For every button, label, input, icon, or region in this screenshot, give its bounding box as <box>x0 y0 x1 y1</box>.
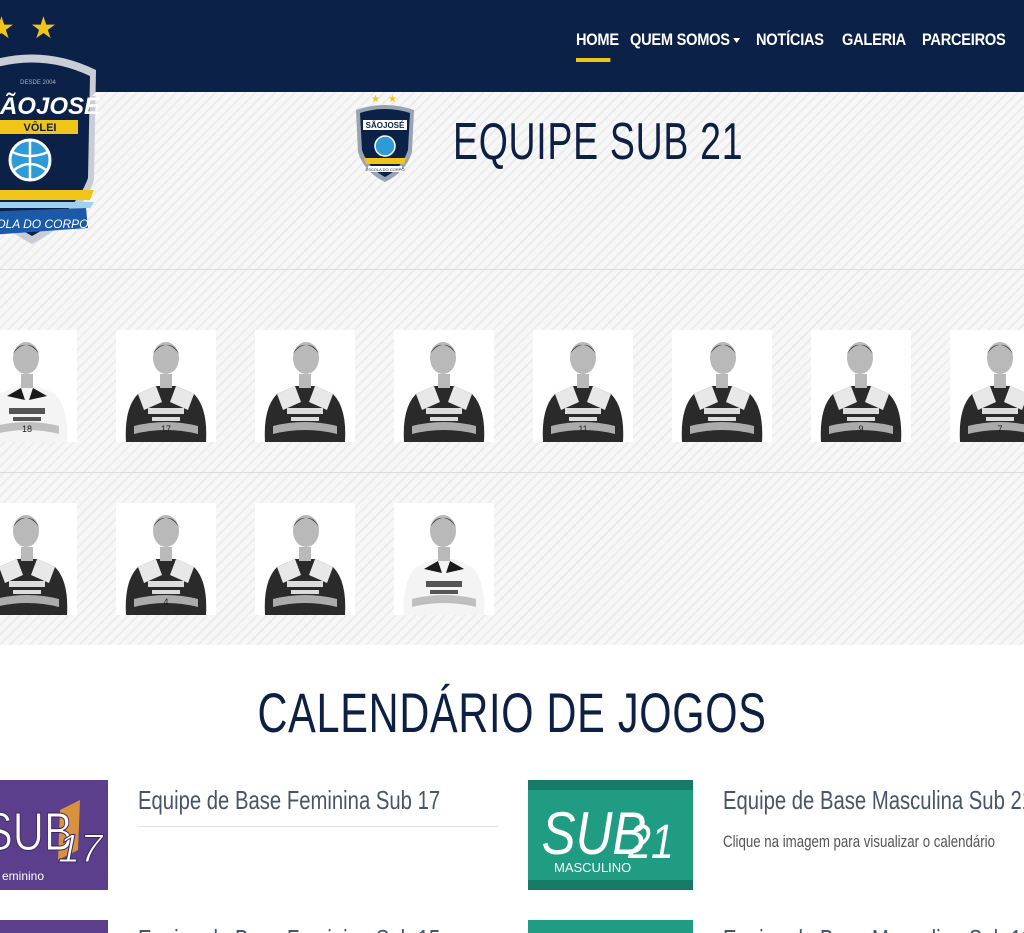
svg-text:★: ★ <box>371 94 380 105</box>
calendar-thumb-fem-sub17[interactable]: SUB 17 eminino <box>0 780 108 890</box>
sub21-badge-icon: SUB 21 MASCULINO <box>528 780 693 890</box>
calendar-item-desc: Clique na imagem para visualizar o calen… <box>723 832 995 851</box>
jersey-number: 18 <box>21 424 32 434</box>
logo-since-text: DESDE 2004 <box>20 80 56 86</box>
hero-band: EQUIPE SUB 21 <box>0 92 1024 269</box>
calendar-thumb-fem-sub15[interactable] <box>0 920 108 933</box>
calendar-title: CALENDÁRIO DE JOGOS <box>257 681 767 744</box>
player-card[interactable] <box>672 330 772 442</box>
player-photo <box>394 330 494 442</box>
jersey-number: 4 <box>163 597 169 607</box>
player-card[interactable]: 11 <box>533 330 633 442</box>
player-card[interactable] <box>0 503 77 615</box>
svg-text:21: 21 <box>627 816 673 869</box>
svg-text:ESCOLA DO CORPO: ESCOLA DO CORPO <box>366 167 405 172</box>
nav-home[interactable]: HOME <box>576 30 619 62</box>
calendar-item-title[interactable]: Equipe de Base Feminina Sub 17 <box>138 785 440 816</box>
player-card[interactable]: 7 <box>950 330 1024 442</box>
jersey-number: 7 <box>997 424 1003 434</box>
page-title: EQUIPE SUB 21 <box>453 113 744 171</box>
divider <box>0 472 1024 473</box>
nav-noticias[interactable]: NOTÍCIAS <box>756 30 824 60</box>
calendar-item-title[interactable]: Equipe de Base Masculina Sub 19 <box>723 924 1024 933</box>
jersey-number: 9 <box>858 424 864 434</box>
player-card[interactable] <box>394 503 494 615</box>
divider <box>138 826 498 827</box>
logo-sub-text: VÔLEI <box>23 121 56 134</box>
jersey-number: 17 <box>160 424 171 434</box>
svg-text:SÃOJOSÉ: SÃOJOSÉ <box>366 121 405 130</box>
nav-parceiros[interactable]: PARCEIROS <box>922 30 1006 60</box>
nav-galeria[interactable]: GALERIA <box>842 30 906 60</box>
main-nav: HOME QUEM SOMOS NOTÍCIAS GALERIA PARCEIR… <box>568 30 1006 62</box>
top-navbar: ★ ★ HOME QUEM SOMOS NOTÍCIAS GALERIA PAR… <box>0 0 1024 92</box>
logo-name-text: SÃOJOSÉ <box>0 92 100 120</box>
calendar-thumb-masc-sub19[interactable] <box>528 920 693 933</box>
calendar-item-title[interactable]: Equipe de Base Masculina Sub 21 <box>723 785 1024 816</box>
club-logo-small: ★ ★ SÃOJOSÉ ESCOLA DO CORPO <box>356 94 414 182</box>
logo-ribbon-text: ESCOLA DO CORPO <box>0 217 88 231</box>
player-card[interactable] <box>255 330 355 442</box>
svg-text:eminino: eminino <box>2 869 44 883</box>
calendar-thumb-masc-sub21[interactable]: SUB 21 MASCULINO <box>528 780 693 890</box>
player-photo <box>672 330 772 442</box>
player-photo <box>394 503 494 615</box>
nav-quem-somos[interactable]: QUEM SOMOS <box>630 30 741 60</box>
player-card[interactable]: 17 <box>116 330 216 442</box>
sub17-badge-icon: SUB 17 eminino <box>0 800 105 883</box>
player-photo <box>0 503 77 615</box>
caret-down-icon <box>733 38 741 44</box>
player-card[interactable]: 18 <box>0 330 77 442</box>
player-card[interactable] <box>394 330 494 442</box>
club-logo: DESDE 2004 SÃOJOSÉ VÔLEI ESCOLA DO CORPO <box>0 54 100 244</box>
svg-text:17: 17 <box>58 827 104 871</box>
calendar-item-title[interactable]: Equipe de Base Feminina Sub 15 <box>138 924 440 933</box>
svg-text:★: ★ <box>388 94 397 105</box>
player-card[interactable]: 4 <box>116 503 216 615</box>
player-card[interactable]: 9 <box>811 330 911 442</box>
player-card[interactable] <box>255 503 355 615</box>
svg-text:MASCULINO: MASCULINO <box>554 860 631 875</box>
player-photo <box>255 503 355 615</box>
player-photo <box>255 330 355 442</box>
jersey-number: 11 <box>578 424 588 434</box>
